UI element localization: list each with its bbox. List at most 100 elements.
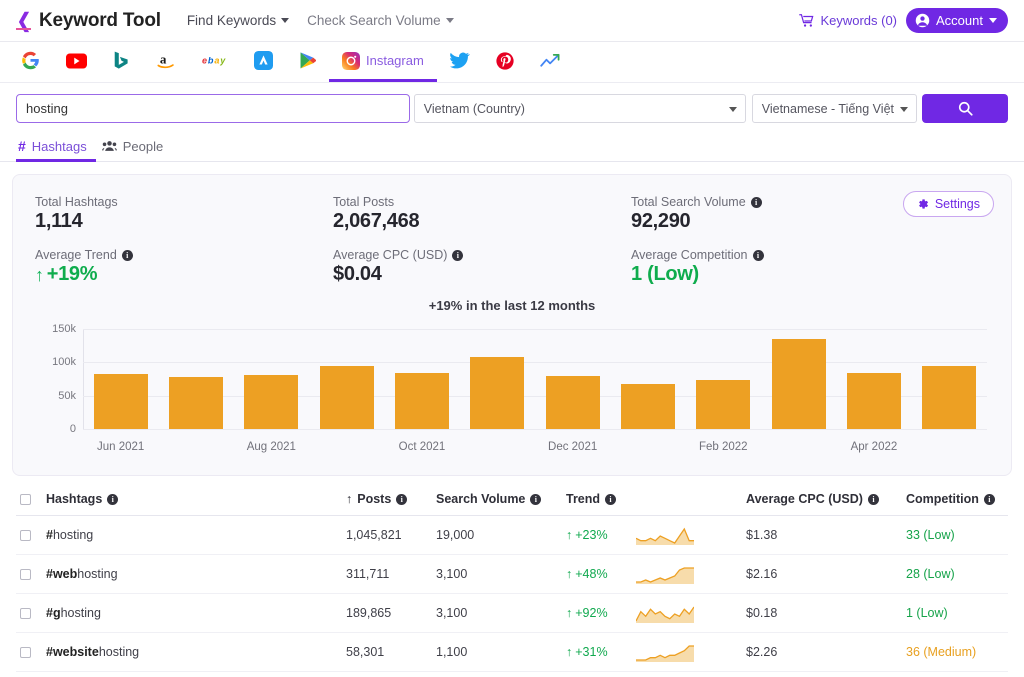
- platform-tab-ebay[interactable]: e b a y: [189, 42, 241, 82]
- app-logo[interactable]: ❮ Keyword Tool: [16, 10, 161, 32]
- search-button[interactable]: [922, 94, 1008, 123]
- platform-tab-trends[interactable]: [527, 42, 574, 82]
- th-search-volume[interactable]: Search Volume i: [432, 486, 562, 516]
- chart-x-tick-label: Dec 2021: [535, 441, 610, 453]
- platform-tab-twitter[interactable]: [437, 42, 483, 82]
- chart-bar[interactable]: [94, 374, 148, 429]
- row-sparkline: [632, 594, 742, 633]
- row-cpc: $2.26: [742, 633, 902, 672]
- th-competition[interactable]: Competition i: [902, 486, 1008, 516]
- chevron-down-icon: [900, 107, 908, 112]
- chart-bar[interactable]: [320, 366, 374, 429]
- google-icon: [21, 51, 40, 70]
- svg-text:b: b: [208, 56, 214, 66]
- country-select[interactable]: Vietnam (Country): [414, 94, 746, 123]
- table-row[interactable]: #hosting1,045,82119,000↑+23%$1.3833 (Low…: [16, 516, 1008, 555]
- table-row[interactable]: #websitehosting58,3011,100↑+31%$2.2636 (…: [16, 633, 1008, 672]
- platform-tab-google[interactable]: [8, 42, 53, 82]
- platform-tab-pinterest[interactable]: [483, 42, 527, 82]
- chart-bar[interactable]: [470, 357, 524, 429]
- th-trend[interactable]: Trend i: [562, 486, 632, 516]
- chart-bar[interactable]: [922, 366, 976, 429]
- keywords-cart-link[interactable]: Keywords (0): [799, 13, 897, 28]
- info-icon[interactable]: i: [396, 494, 407, 505]
- stat-average-trend-label: Average Trend i: [35, 248, 333, 262]
- account-button[interactable]: Account: [906, 8, 1008, 33]
- stat-total-posts-value: 2,067,468: [333, 210, 631, 233]
- settings-button[interactable]: Settings: [903, 191, 994, 217]
- row-checkbox[interactable]: [20, 647, 31, 658]
- chart-bar-cell: [234, 329, 309, 429]
- chart-bar[interactable]: [244, 375, 298, 429]
- chart-bar[interactable]: [395, 373, 449, 429]
- stat-label-text: Total Search Volume: [631, 195, 746, 209]
- info-icon[interactable]: i: [984, 494, 995, 505]
- th-average-cpc[interactable]: Average CPC (USD) i: [742, 486, 902, 516]
- tab-hashtags-label: Hashtags: [32, 139, 87, 154]
- chart-gridline: [83, 429, 987, 430]
- info-icon[interactable]: i: [868, 494, 879, 505]
- platform-tab-app-store[interactable]: [241, 42, 286, 82]
- arrow-up-icon: ↑: [566, 645, 572, 659]
- sort-arrow-up-icon: ↑: [346, 492, 352, 506]
- stat-value-text: 1 (Low): [631, 263, 699, 286]
- language-select[interactable]: Vietnamese - Tiếng Việt: [752, 94, 917, 123]
- chart-bar[interactable]: [621, 384, 675, 429]
- tab-hashtags[interactable]: # Hashtags: [16, 133, 96, 162]
- row-sparkline: [632, 516, 742, 555]
- chart-bar-cell: [836, 329, 911, 429]
- row-posts: 189,865: [342, 594, 432, 633]
- trends-icon: [540, 52, 561, 69]
- chart-bar-cell: [460, 329, 535, 429]
- chart-bar[interactable]: [546, 376, 600, 429]
- nav-check-search-volume[interactable]: Check Search Volume: [307, 13, 454, 28]
- row-checkbox[interactable]: [20, 569, 31, 580]
- th-posts[interactable]: ↑ Posts i: [342, 486, 432, 516]
- row-trend: ↑+23%: [562, 516, 632, 555]
- platform-tab-amazon[interactable]: a: [143, 42, 189, 82]
- table-row[interactable]: #webhosting311,7113,100↑+48%$2.1628 (Low…: [16, 555, 1008, 594]
- th-hashtags[interactable]: Hashtags i: [42, 486, 342, 516]
- svg-text:a: a: [160, 52, 167, 67]
- play-store-icon: [299, 51, 316, 70]
- nav-find-keywords[interactable]: Find Keywords: [187, 13, 289, 28]
- tab-people[interactable]: People: [100, 133, 172, 162]
- info-icon[interactable]: i: [530, 494, 541, 505]
- info-icon[interactable]: i: [753, 250, 764, 261]
- stat-total-search-volume-label: Total Search Volume i: [631, 195, 891, 209]
- search-input[interactable]: [16, 94, 410, 123]
- stat-column-3: Total Search Volume i 92,290 Average Com…: [631, 195, 891, 286]
- trend-chart: 050k100k150k Jun 2021Aug 2021Oct 2021Dec…: [27, 321, 997, 461]
- chart-x-tick-label: Apr 2022: [836, 441, 911, 453]
- hash-icon: #: [18, 138, 26, 154]
- row-checkbox[interactable]: [20, 530, 31, 541]
- row-search-volume: 1,100: [432, 633, 562, 672]
- table-row[interactable]: #ghosting189,8653,100↑+92%$0.181 (Low): [16, 594, 1008, 633]
- stat-average-cpc: Average CPC (USD) i $0.04: [333, 248, 631, 286]
- chart-x-tick-label: [158, 441, 233, 453]
- row-hashtag-suffix: hosting: [99, 645, 139, 659]
- sparkline-chart: [636, 642, 694, 662]
- chart-bar[interactable]: [847, 373, 901, 429]
- chevron-down-icon: [281, 18, 289, 23]
- select-all-checkbox[interactable]: [20, 494, 31, 505]
- info-icon[interactable]: i: [107, 494, 118, 505]
- info-icon[interactable]: i: [751, 197, 762, 208]
- chart-bar[interactable]: [169, 377, 223, 429]
- info-icon[interactable]: i: [452, 250, 463, 261]
- chart-bar[interactable]: [772, 339, 826, 429]
- row-checkbox[interactable]: [20, 608, 31, 619]
- row-hashtag: #websitehosting: [42, 633, 342, 672]
- info-icon[interactable]: i: [605, 494, 616, 505]
- row-trend: ↑+92%: [562, 594, 632, 633]
- row-trend: ↑+48%: [562, 555, 632, 594]
- chart-bar-cell: [686, 329, 761, 429]
- info-icon[interactable]: i: [122, 250, 133, 261]
- row-hashtag-suffix: hosting: [53, 528, 93, 542]
- platform-tab-youtube[interactable]: [53, 42, 100, 82]
- main-nav: Find Keywords Check Search Volume: [187, 13, 454, 28]
- chart-bar[interactable]: [696, 380, 750, 429]
- platform-tab-bing[interactable]: [100, 42, 143, 82]
- platform-tab-instagram[interactable]: Instagram: [329, 42, 437, 82]
- platform-tab-play-store[interactable]: [286, 42, 329, 82]
